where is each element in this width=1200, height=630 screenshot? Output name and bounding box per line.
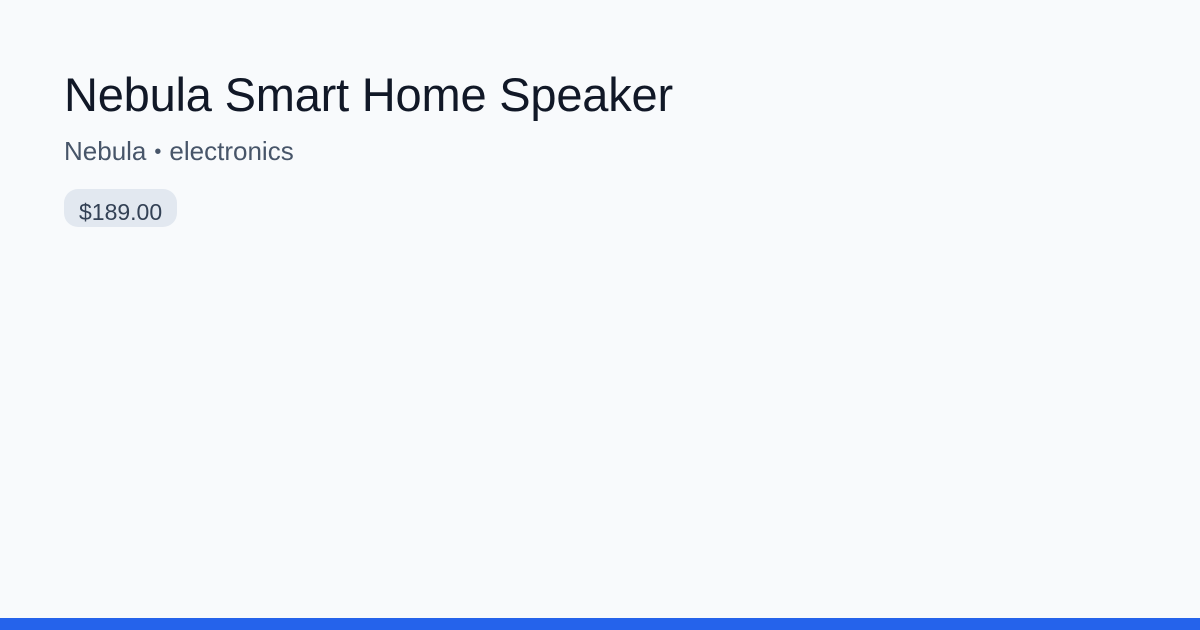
product-meta: Nebula • electronics — [64, 135, 1136, 168]
product-summary: Nebula Smart Home Speaker Nebula • electro… — [64, 66, 1136, 227]
product-title: Nebula Smart Home Speaker — [64, 68, 673, 121]
price-badge: $189.00 — [64, 189, 178, 227]
brand-name: Nebula — [64, 136, 147, 166]
meta-separator: • — [154, 141, 162, 163]
accent-bar — [0, 618, 1200, 630]
category-name: electronics — [169, 136, 294, 166]
product-share-card: Nebula Smart Home Speaker Nebula • electro… — [0, 0, 1200, 630]
